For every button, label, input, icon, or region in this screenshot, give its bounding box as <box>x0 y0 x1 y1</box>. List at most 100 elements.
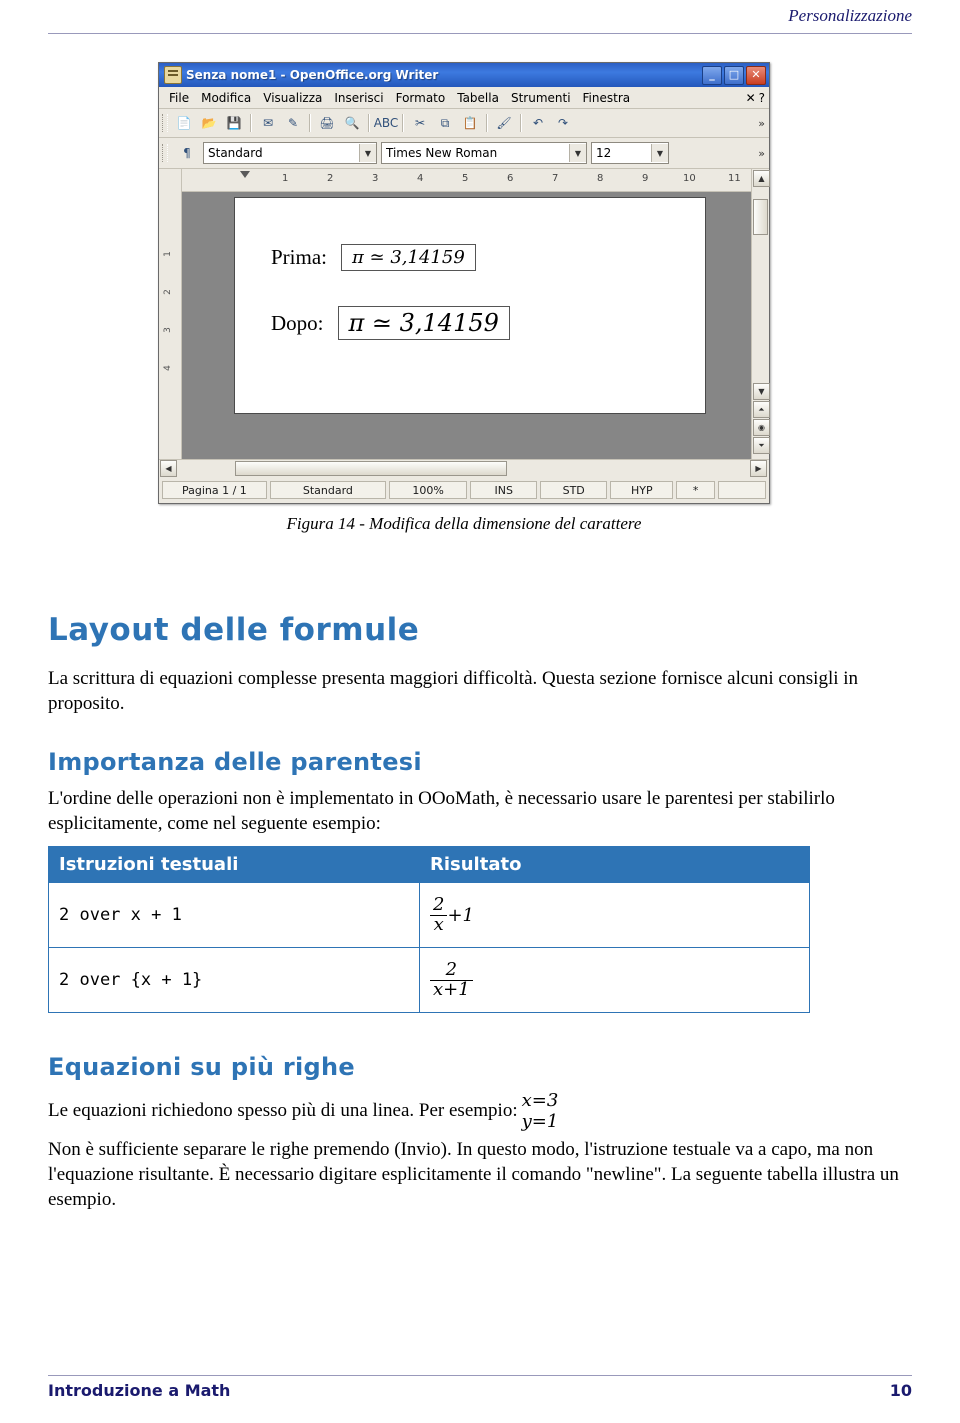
fraction-1-numerator: 2 <box>433 893 445 915</box>
font-name-combo[interactable]: Times New Roman ▼ <box>381 142 587 164</box>
status-selection-mode[interactable]: STD <box>540 481 608 499</box>
email-document-icon[interactable]: ✉ <box>256 111 280 135</box>
cell-result-2: 2 x+1 <box>419 947 810 1014</box>
status-insert-mode[interactable]: INS <box>470 481 538 499</box>
cell-code-2: 2 over {x + 1} <box>48 947 420 1014</box>
toolbar-separator <box>368 114 370 132</box>
previous-page-icon[interactable]: ⏶ <box>753 401 770 418</box>
undo-icon[interactable]: ↶ <box>526 111 550 135</box>
toolbar-overflow-icon[interactable]: » <box>758 117 769 130</box>
hruler-label-6: 6 <box>507 173 514 184</box>
paragraph-style-combo[interactable]: Standard ▼ <box>203 142 377 164</box>
minimize-icon: _ <box>709 67 715 81</box>
new-document-icon[interactable]: 📄 <box>172 111 196 135</box>
indent-marker-icon[interactable] <box>240 171 250 178</box>
menu-inserisci[interactable]: Inserisci <box>328 89 389 107</box>
table-row: 2 over {x + 1} 2 x+1 <box>48 947 810 1014</box>
fraction-1-suffix: +1 <box>447 904 474 926</box>
status-signature[interactable] <box>717 481 767 499</box>
cell-code-1: 2 over x + 1 <box>48 882 420 949</box>
document-page[interactable]: Prima: π ≃ 3,14159 Dopo: π ≃ 3,14159 <box>234 197 706 414</box>
menu-visualizza[interactable]: Visualizza <box>257 89 328 107</box>
col-header-istruzioni: Istruzioni testuali <box>48 846 420 884</box>
vruler-label-3: 3 <box>162 327 173 333</box>
formatbar-grip[interactable] <box>162 144 168 162</box>
footer-divider <box>48 1375 912 1376</box>
scroll-left-icon[interactable]: ◀ <box>160 460 177 477</box>
vertical-scrollbar[interactable]: ▲ ▼ ⏶ ◉ ⏷ <box>751 169 770 459</box>
inline-equation-line2: y=1 <box>521 1111 559 1132</box>
apply-style-icon[interactable]: ¶ <box>175 141 199 165</box>
window-controls: _ □ ✕ <box>702 65 766 85</box>
cut-icon[interactable]: ✂ <box>408 111 432 135</box>
hruler-label-10: 10 <box>683 173 696 184</box>
status-zoom[interactable]: 100% <box>388 481 468 499</box>
col-header-risultato: Risultato <box>419 846 810 884</box>
status-hyperlink-mode[interactable]: HYP <box>610 481 674 499</box>
toolbar-grip[interactable] <box>162 114 168 132</box>
close-document-icon[interactable]: ✕ <box>746 91 756 105</box>
menu-modifica[interactable]: Modifica <box>195 89 257 107</box>
font-size-value: 12 <box>596 146 612 160</box>
font-size-combo[interactable]: 12 ▼ <box>591 142 669 164</box>
menu-strumenti[interactable]: Strumenti <box>505 89 577 107</box>
prima-label: Prima: <box>271 245 327 269</box>
vertical-ruler[interactable]: 1 2 3 4 <box>159 191 181 459</box>
scroll-up-icon[interactable]: ▲ <box>753 170 770 187</box>
openoffice-writer-window: Senza nome1 - OpenOffice.org Writer _ □ … <box>158 62 770 504</box>
print-preview-icon[interactable]: 🔍 <box>340 111 364 135</box>
menu-formato[interactable]: Formato <box>390 89 452 107</box>
menu-tabella[interactable]: Tabella <box>451 89 505 107</box>
minimize-button[interactable]: _ <box>702 65 722 85</box>
next-page-icon[interactable]: ⏷ <box>753 437 770 454</box>
clone-formatting-icon[interactable]: 🖌 <box>492 111 516 135</box>
menu-finestra[interactable]: Finestra <box>577 89 637 107</box>
running-header-title: Personalizzazione <box>788 6 912 25</box>
page-canvas[interactable]: 1 2 3 4 5 6 7 8 9 10 11 Prima: π ≃ 3,141… <box>182 169 751 459</box>
formatting-toolbar: ¶ Standard ▼ Times New Roman ▼ 12 ▼ » <box>159 138 769 169</box>
chevron-down-icon[interactable]: ▼ <box>569 144 586 162</box>
scroll-down-icon[interactable]: ▼ <box>753 383 770 400</box>
formatbar-overflow-icon[interactable]: » <box>758 147 769 160</box>
cell-result-1: 2 x +1 <box>419 882 810 949</box>
paragraph-style-value: Standard <box>208 146 263 160</box>
figure-14: Senza nome1 - OpenOffice.org Writer _ □ … <box>158 62 770 534</box>
help-icon[interactable]: ? <box>759 91 765 105</box>
toolbar-separator <box>309 114 311 132</box>
hruler-label-4: 4 <box>417 173 424 184</box>
prima-formula-object[interactable]: π ≃ 3,14159 <box>341 244 476 271</box>
status-page[interactable]: Pagina 1 / 1 <box>162 481 267 499</box>
maximize-button[interactable]: □ <box>724 65 744 85</box>
close-button[interactable]: ✕ <box>746 65 766 85</box>
hruler-label-3: 3 <box>372 173 379 184</box>
menu-file[interactable]: File <box>163 89 195 107</box>
subsection-title-equazioni: Equazioni su più righe <box>48 1053 355 1082</box>
spellcheck-icon[interactable]: ABC <box>374 111 399 135</box>
paste-icon[interactable]: 📋 <box>458 111 482 135</box>
print-icon[interactable]: 🖨 <box>315 111 339 135</box>
window-title: Senza nome1 - OpenOffice.org Writer <box>186 68 439 82</box>
edit-file-icon[interactable]: ✎ <box>281 111 305 135</box>
status-modified[interactable]: * <box>676 481 715 499</box>
scroll-right-icon[interactable]: ▶ <box>750 460 767 477</box>
subsection-title-parentesi: Importanza delle parentesi <box>48 748 422 777</box>
chevron-down-icon[interactable]: ▼ <box>651 144 668 162</box>
status-page-style[interactable]: Standard <box>269 481 386 499</box>
horizontal-scroll-thumb[interactable] <box>235 461 507 476</box>
save-document-icon[interactable]: 💾 <box>222 111 246 135</box>
maximize-icon: □ <box>728 67 740 81</box>
fraction-1-denominator: x <box>430 914 448 935</box>
vruler-label-1: 1 <box>162 251 173 257</box>
document-area: 1 2 3 4 1 2 3 4 5 6 7 8 9 10 11 Prima: π… <box>159 169 770 459</box>
redo-icon[interactable]: ↷ <box>551 111 575 135</box>
horizontal-scrollbar[interactable]: ◀ ▶ <box>159 459 769 477</box>
copy-icon[interactable]: ⧉ <box>433 111 457 135</box>
vertical-scroll-thumb[interactable] <box>753 199 768 235</box>
examples-table: Istruzioni testuali Risultato 2 over x +… <box>48 846 810 1014</box>
dopo-formula-object[interactable]: π ≃ 3,14159 <box>337 306 510 340</box>
chevron-down-icon[interactable]: ▼ <box>359 144 376 162</box>
open-document-icon[interactable]: 📂 <box>197 111 221 135</box>
navigation-icon[interactable]: ◉ <box>753 419 770 436</box>
hruler-label-9: 9 <box>642 173 649 184</box>
horizontal-ruler[interactable]: 1 2 3 4 5 6 7 8 9 10 11 <box>182 169 751 192</box>
